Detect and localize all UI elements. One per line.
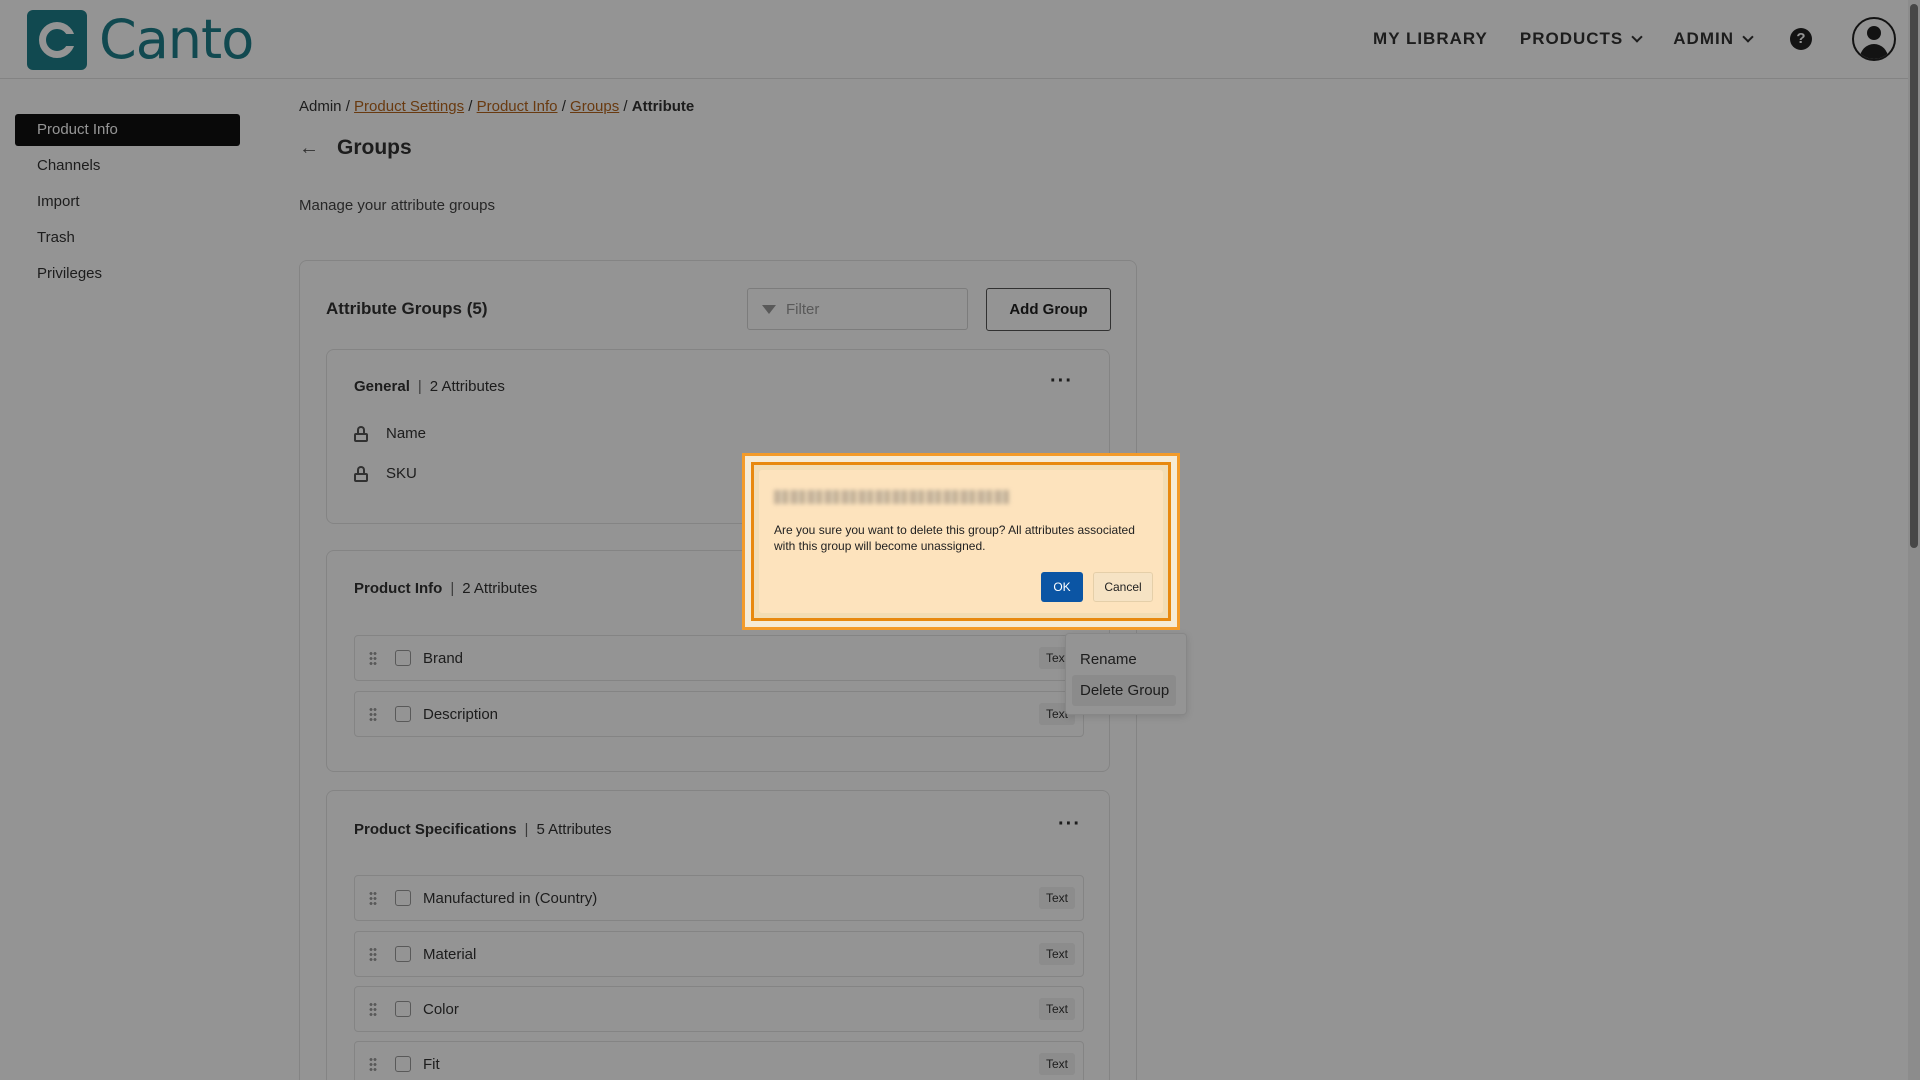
confirm-dialog: Are you sure you want to delete this gro… (759, 470, 1163, 613)
dialog-message: Are you sure you want to delete this gro… (774, 523, 1135, 553)
confirm-dialog-highlight: Are you sure you want to delete this gro… (742, 453, 1180, 630)
ok-button[interactable]: OK (1041, 572, 1083, 602)
blurred-dialog-title (774, 490, 1010, 504)
cancel-button[interactable]: Cancel (1093, 572, 1153, 602)
